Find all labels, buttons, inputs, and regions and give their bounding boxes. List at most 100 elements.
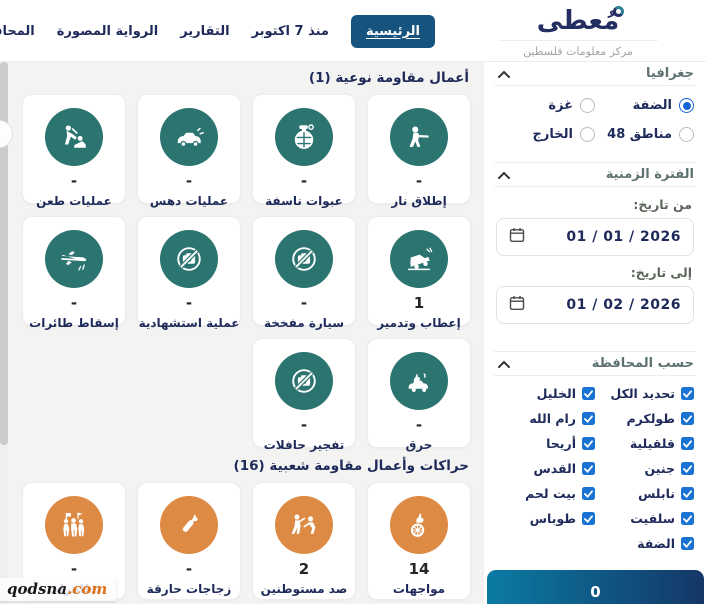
- brand[interactable]: مُعطى مركز معلومات فلسطين: [498, 5, 658, 58]
- checkbox-checked-icon: [582, 512, 595, 525]
- nav-item-0[interactable]: الرئيسية: [351, 15, 435, 48]
- logo-ring-icon: [613, 6, 624, 17]
- stat-label: عبوات ناسفة: [265, 194, 343, 208]
- stat-value: -: [186, 562, 192, 577]
- stat-label: عمليات طعن: [36, 194, 112, 208]
- stat-label: إسقاط طائرات: [29, 316, 119, 330]
- stat-value: -: [71, 296, 77, 311]
- governorate-checkbox-0[interactable]: تحديد الكل: [595, 386, 694, 401]
- stat-value: -: [301, 296, 307, 311]
- stat-label: زجاجات حارقة: [147, 582, 232, 596]
- period-title: الفترة الزمنية: [606, 167, 694, 182]
- brand-tagline: مركز معلومات فلسطين: [498, 40, 658, 58]
- radio-icon: [580, 98, 595, 113]
- checkbox-label: طوباس: [530, 511, 576, 526]
- watermark-suffix: .com: [67, 580, 107, 598]
- nav-item-2[interactable]: التقارير: [180, 24, 229, 39]
- stat-label: صد مستوطنين: [261, 582, 348, 596]
- governorate-checkbox-6[interactable]: جنين: [595, 461, 694, 476]
- vehicle-damage-icon: [390, 230, 448, 288]
- governorate-checkbox-8[interactable]: نابلس: [595, 486, 694, 501]
- grenade-icon: [275, 108, 333, 166]
- governorate-checkbox-7[interactable]: القدس: [496, 461, 595, 476]
- stat-value: -: [416, 418, 422, 433]
- stat-value: 2: [299, 562, 309, 577]
- stat-value: 14: [409, 562, 430, 577]
- checkbox-checked-icon: [582, 387, 595, 400]
- governorate-checkbox-11[interactable]: طوباس: [496, 511, 595, 526]
- to-date-input[interactable]: 01 / 02 / 2026: [496, 286, 694, 324]
- calendar-icon[interactable]: [509, 227, 525, 247]
- calendar-icon[interactable]: [509, 295, 525, 315]
- period-body: من تاريخ: 01 / 01 / 2026 إلى تاريخ: 01 /…: [494, 187, 696, 352]
- stat-value: -: [71, 562, 77, 577]
- screen: مُعطى مركز معلومات فلسطين الرئيسية منذ 7 …: [0, 0, 706, 604]
- nav-item-1[interactable]: منذ 7 اكتوبر: [252, 24, 329, 39]
- stat-card[interactable]: -إسقاط طائرات: [22, 216, 126, 326]
- stat-card[interactable]: - زجاجات حارقة: [137, 482, 241, 600]
- no-photo-icon: [275, 230, 333, 288]
- stat-card[interactable]: -سيارة مفخخة: [252, 216, 356, 326]
- stabbing-icon: [45, 108, 103, 166]
- protest-icon: [45, 496, 103, 554]
- governorate-checkbox-9[interactable]: بيت لحم: [496, 486, 595, 501]
- chevron-up-icon[interactable]: [496, 169, 512, 181]
- stat-label: حرق: [406, 438, 433, 452]
- governorate-checkbox-4[interactable]: قلقيلية: [595, 436, 694, 451]
- stat-card[interactable]: -إطلاق نار: [367, 94, 471, 204]
- nav-item-4[interactable]: المحافظات: [0, 24, 35, 39]
- checkbox-label: بيت لحم: [525, 486, 576, 501]
- stat-card[interactable]: -عملية استشهادية: [137, 216, 241, 326]
- governorate-checkbox-1[interactable]: الخليل: [496, 386, 595, 401]
- watermark-text: qodsna: [7, 580, 67, 598]
- governorate-checkbox-5[interactable]: أريحا: [496, 436, 595, 451]
- chevron-up-icon[interactable]: [496, 68, 512, 80]
- from-date-input[interactable]: 01 / 01 / 2026: [496, 218, 694, 256]
- stat-card[interactable]: 2 صد مستوطنين: [252, 482, 356, 600]
- stat-card[interactable]: 14 مواجهات: [367, 482, 471, 600]
- nav-item-3[interactable]: الرواية المصورة: [57, 24, 158, 39]
- stat-card[interactable]: -عبوات ناسفة: [252, 94, 356, 204]
- governorate-checkbox-10[interactable]: سلفيت: [595, 511, 694, 526]
- apply-filters-button[interactable]: 0: [487, 570, 704, 604]
- stat-card[interactable]: 1إعطاب وتدمير: [367, 216, 471, 326]
- stat-label: عملية استشهادية: [139, 316, 240, 330]
- stat-label: مواجهات: [393, 582, 445, 596]
- geo-radio-2[interactable]: مناطق 48: [595, 127, 694, 142]
- no-photo-icon: [160, 230, 218, 288]
- filters-sidebar: جغرافيا الضفةغزةمناطق 48الخارج الفترة ال…: [483, 62, 706, 604]
- stat-label: إطلاق نار: [391, 194, 446, 208]
- radio-label: الضفة: [633, 98, 672, 113]
- brand-logo: مُعطى: [537, 6, 619, 36]
- radio-icon: [679, 98, 694, 113]
- watermark: qodsna.com: [0, 578, 116, 601]
- stat-label: سيارة مفخخة: [264, 316, 344, 330]
- stat-value: -: [416, 174, 422, 189]
- qualitative-cards-grid: -إطلاق نار-عبوات ناسفة-عمليات دهس-عمليات…: [20, 94, 471, 448]
- stat-card[interactable]: -تفجير حافلات: [252, 338, 356, 448]
- checkbox-label: جنين: [645, 461, 675, 476]
- checkbox-label: الخليل: [537, 386, 576, 401]
- from-date-value: 01 / 01 / 2026: [566, 229, 681, 245]
- stat-card[interactable]: -عمليات طعن: [22, 94, 126, 204]
- governorate-checkbox-3[interactable]: رام الله: [496, 411, 595, 426]
- checkbox-label: رام الله: [529, 411, 576, 426]
- stat-value: -: [186, 174, 192, 189]
- plane-down-icon: [45, 230, 103, 288]
- checkbox-checked-icon: [582, 437, 595, 450]
- geo-radio-1[interactable]: غزة: [496, 98, 595, 113]
- governorate-checkbox-2[interactable]: طولكرم: [595, 411, 694, 426]
- stat-value: -: [186, 296, 192, 311]
- checkbox-checked-icon: [681, 537, 694, 550]
- stat-value: -: [71, 174, 77, 189]
- stat-card[interactable]: -عمليات دهس: [137, 94, 241, 204]
- no-photo-icon: [275, 352, 333, 410]
- chevron-up-icon[interactable]: [496, 358, 512, 370]
- checkbox-label: تحديد الكل: [610, 386, 675, 401]
- repel-settlers-icon: [275, 496, 333, 554]
- geo-radio-0[interactable]: الضفة: [595, 98, 694, 113]
- governorate-checkbox-12[interactable]: الضفة: [595, 536, 694, 551]
- stat-card[interactable]: -حرق: [367, 338, 471, 448]
- checkbox-checked-icon: [681, 512, 694, 525]
- geo-radio-3[interactable]: الخارج: [496, 127, 595, 142]
